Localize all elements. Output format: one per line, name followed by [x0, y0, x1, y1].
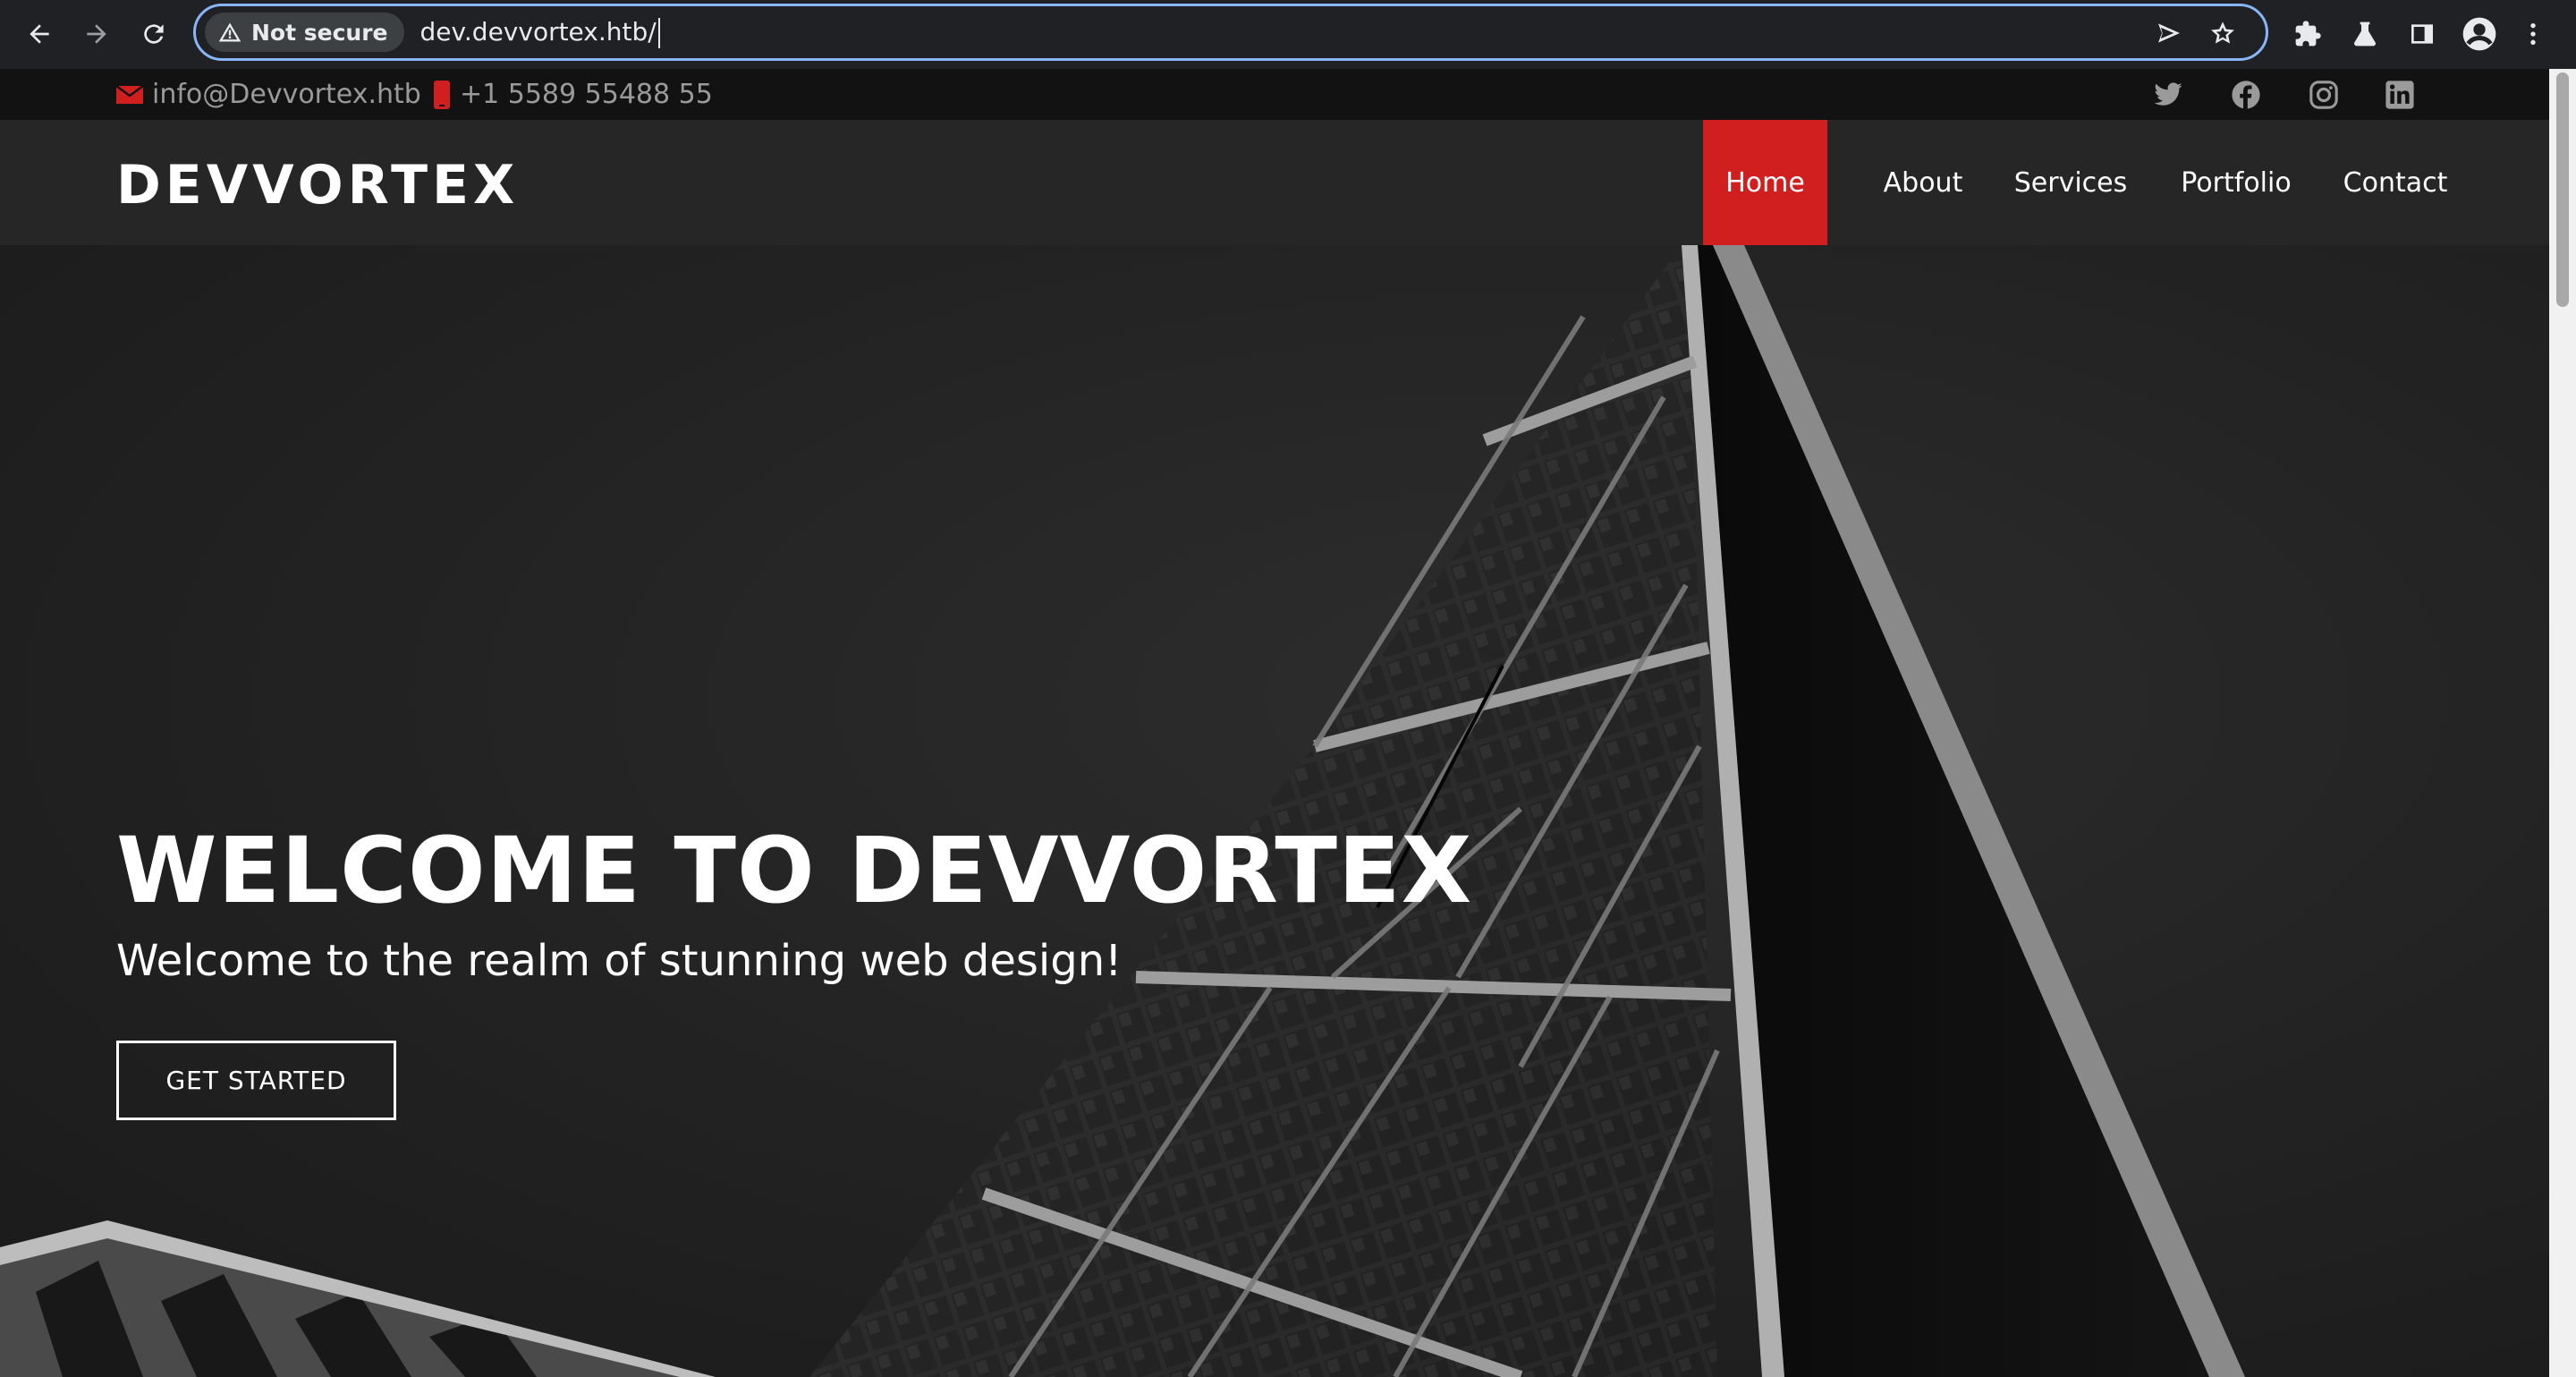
scrollbar-thumb[interactable]	[2556, 72, 2569, 307]
phone-contact[interactable]: +1 5589 55488 55	[433, 69, 713, 120]
arrow-right-icon	[87, 24, 106, 44]
hero-subtitle: Welcome to the realm of stunning web des…	[116, 936, 1123, 986]
extensions-button[interactable]	[2286, 13, 2329, 55]
reload-icon	[144, 24, 164, 44]
email-text: info@Devvortex.htb	[152, 79, 421, 110]
security-indicator[interactable]: Not secure	[205, 13, 404, 52]
phone-icon	[434, 80, 450, 109]
url-value: dev.devvortex.htb/	[419, 16, 657, 47]
envelope-icon	[116, 84, 143, 104]
page-viewport: info@Devvortex.htb +1 5589 55488 55 DEVV…	[0, 69, 2549, 1377]
phone-text: +1 5589 55488 55	[460, 79, 713, 110]
get-started-button[interactable]: GET STARTED	[116, 1041, 396, 1120]
text-caret	[657, 17, 660, 48]
menu-button[interactable]	[2515, 13, 2551, 55]
hero-building-image	[0, 245, 2245, 1377]
puzzle-icon	[2295, 21, 2321, 47]
top-info-bar: info@Devvortex.htb +1 5589 55488 55	[0, 69, 2549, 120]
page-scrollbar[interactable]	[2549, 69, 2576, 1377]
address-bar[interactable]: Not secure dev.devvortex.htb/	[193, 4, 2268, 61]
forward-button[interactable]	[75, 13, 118, 55]
star-icon	[2211, 21, 2234, 44]
url-text[interactable]: dev.devvortex.htb/	[420, 17, 660, 48]
site-header: DEVVORTEX Home About Services Portfolio …	[0, 120, 2549, 245]
side-panel-icon	[2411, 24, 2433, 44]
side-panel-button[interactable]	[2401, 13, 2444, 55]
linkedin-icon[interactable]	[2385, 80, 2415, 110]
nav-about[interactable]: About	[1852, 120, 1995, 245]
nav-services[interactable]: Services	[1987, 120, 2154, 245]
instagram-icon[interactable]	[2309, 80, 2339, 110]
nav-portfolio[interactable]: Portfolio	[2147, 120, 2326, 245]
facebook-icon[interactable]	[2231, 80, 2261, 110]
browser-toolbar: Not secure dev.devvortex.htb/	[0, 0, 2576, 69]
email-contact[interactable]: info@Devvortex.htb	[116, 69, 421, 120]
labs-button[interactable]	[2343, 13, 2386, 55]
hero-title: WELCOME TO DEVVORTEX	[116, 818, 1473, 924]
site-logo[interactable]: DEVVORTEX	[116, 154, 519, 217]
hero-section: WELCOME TO DEVVORTEX Welcome to the real…	[0, 245, 2549, 1377]
nav-contact[interactable]: Contact	[2315, 120, 2476, 245]
bookmark-button[interactable]	[2203, 13, 2242, 53]
send-tab-button[interactable]	[2149, 13, 2189, 53]
arrow-left-icon	[30, 24, 49, 44]
reload-button[interactable]	[132, 13, 175, 55]
more-vertical-icon	[2530, 23, 2536, 45]
avatar-icon	[2462, 17, 2496, 51]
flask-icon	[2353, 21, 2377, 47]
warning-icon	[218, 22, 242, 42]
nav-home[interactable]: Home	[1703, 120, 1827, 245]
send-icon	[2158, 23, 2180, 43]
back-button[interactable]	[18, 13, 61, 55]
twitter-icon[interactable]	[2153, 80, 2183, 110]
security-label: Not secure	[251, 19, 388, 46]
profile-button[interactable]	[2458, 13, 2501, 55]
